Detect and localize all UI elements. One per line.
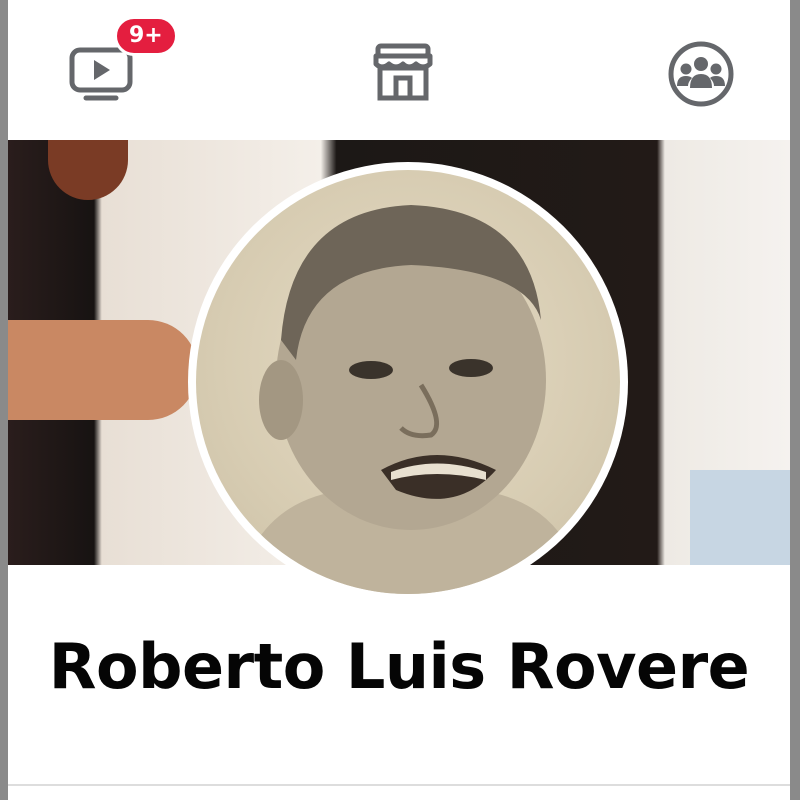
nav-marketplace-button[interactable] <box>362 30 442 110</box>
profile-picture[interactable] <box>188 162 628 602</box>
groups-icon <box>668 41 734 107</box>
cover-detail <box>8 320 198 420</box>
cover-detail <box>48 140 128 200</box>
storefront-icon <box>373 43 433 101</box>
top-navigation: 9+ <box>8 0 790 140</box>
profile-name: Roberto Luis Rovere <box>48 630 750 703</box>
nav-groups-button[interactable] <box>660 30 740 110</box>
profile-photo-image <box>196 170 620 594</box>
profile-screen: 9+ Roberto Luis Rovere <box>8 0 790 800</box>
cover-detail <box>690 470 790 565</box>
notification-badge: 9+ <box>114 16 178 56</box>
divider <box>8 784 790 786</box>
